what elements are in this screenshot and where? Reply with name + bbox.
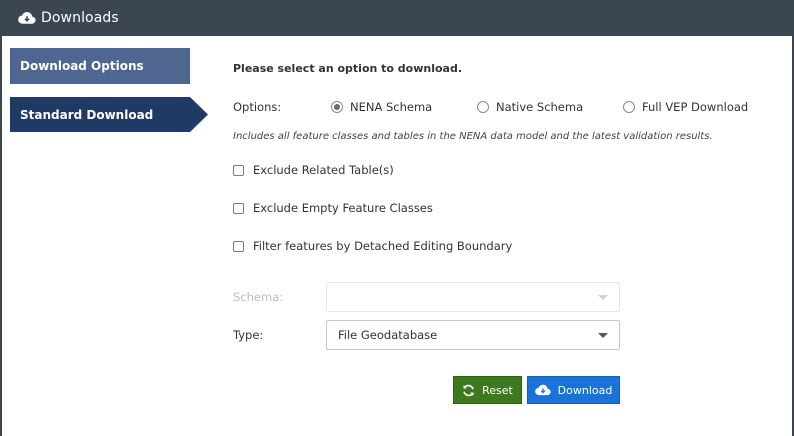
radio-native-schema[interactable]: Native Schema (477, 100, 583, 114)
radio-unselected-icon (477, 101, 489, 113)
checkbox-icon (233, 202, 244, 214)
radio-selected-icon (331, 101, 343, 113)
chevron-down-icon (598, 333, 608, 338)
option-description: Includes all feature classes and tables … (233, 131, 713, 142)
download-button[interactable]: Download (527, 376, 620, 404)
schema-label: Schema: (233, 290, 284, 304)
chevron-down-icon (598, 295, 608, 300)
type-label: Type: (233, 328, 264, 342)
refresh-icon (463, 384, 474, 396)
radio-label: NENA Schema (350, 100, 433, 114)
download-button-label: Download (557, 383, 613, 397)
sidebar-item-label: Download Options (20, 59, 144, 73)
cloud-download-icon (534, 384, 551, 396)
cloud-download-icon (18, 12, 36, 24)
sidebar-item-standard-download[interactable]: Standard Download (10, 97, 208, 132)
checkbox-label: Filter features by Detached Editing Boun… (253, 239, 513, 253)
checkbox-icon (233, 164, 244, 176)
section-heading: Please select an option to download. (233, 62, 463, 75)
window-titlebar: Downloads (0, 0, 794, 36)
checkbox-icon (233, 240, 244, 252)
window-title: Downloads (41, 10, 119, 26)
radio-unselected-icon (623, 101, 635, 113)
schema-select (326, 282, 620, 312)
checkbox-label: Exclude Related Table(s) (253, 163, 394, 177)
checkbox-exclude-empty-feature-classes[interactable]: Exclude Empty Feature Classes (233, 201, 433, 215)
sidebar-item-download-options[interactable]: Download Options (10, 48, 190, 84)
radio-nena-schema[interactable]: NENA Schema (331, 100, 432, 114)
type-select-value: File Geodatabase (338, 328, 438, 342)
checkbox-label: Exclude Empty Feature Classes (253, 201, 433, 215)
radio-full-vep-download[interactable]: Full VEP Download (623, 100, 748, 114)
type-select[interactable]: File Geodatabase (326, 320, 620, 350)
checkbox-filter-detached-boundary[interactable]: Filter features by Detached Editing Boun… (233, 239, 512, 253)
checkbox-exclude-related-tables[interactable]: Exclude Related Table(s) (233, 163, 394, 177)
radio-label: Native Schema (496, 100, 584, 114)
sidebar-item-label: Standard Download (20, 107, 154, 122)
left-border (0, 36, 2, 436)
options-label: Options: (233, 100, 282, 114)
reset-button[interactable]: Reset (453, 376, 522, 404)
reset-button-label: Reset (482, 383, 513, 397)
radio-label: Full VEP Download (642, 100, 749, 114)
